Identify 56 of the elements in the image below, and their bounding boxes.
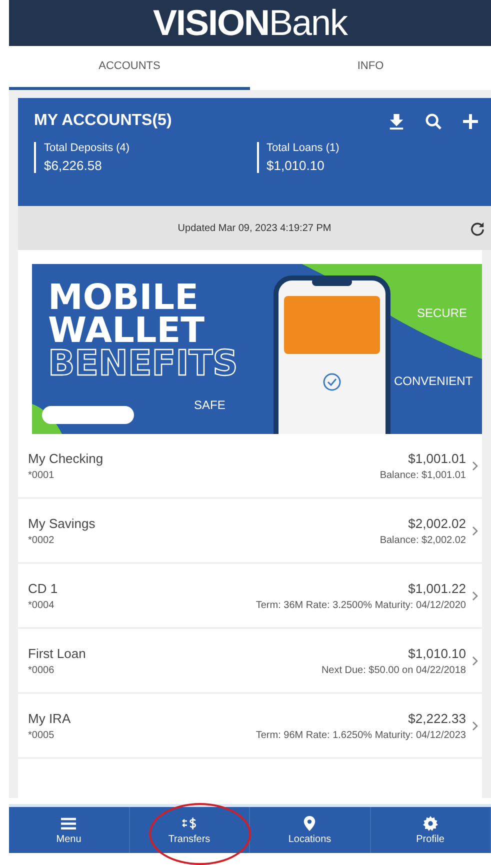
settings-icon bbox=[422, 816, 438, 830]
nav-item[interactable]: Menu bbox=[9, 807, 130, 853]
account-row[interactable]: My IRA *0005 $2,222.33 Term: 96M Rate: 1.6250% Maturity: 04/12/2023 bbox=[18, 694, 482, 759]
menu-icon bbox=[61, 816, 76, 830]
plus-icon bbox=[462, 112, 479, 130]
nav-item[interactable]: Transfers bbox=[130, 807, 250, 853]
banner-headline: WALLET bbox=[48, 315, 205, 348]
account-name: CD 1 bbox=[28, 580, 59, 596]
account-row[interactable]: First Loan *0006 $1,010.10 Next Due: $50.00 on 04/22/2018 bbox=[18, 629, 482, 694]
dollar-arrows-icon bbox=[182, 816, 197, 830]
banner-headline: BENEFITS bbox=[48, 348, 238, 381]
account-row[interactable]: My Savings *0002 $2,002.02 Balance: $2,002.02 bbox=[18, 499, 482, 564]
account-number: *0004 bbox=[28, 600, 56, 610]
bank-logo: VISIONBank bbox=[152, 2, 348, 44]
summary-title: MY ACCOUNTS(5) bbox=[34, 112, 172, 130]
account-detail: Next Due: $50.00 on 04/22/2018 bbox=[321, 664, 466, 676]
refresh-icon bbox=[470, 221, 485, 236]
account-amount: $2,002.02 bbox=[407, 516, 466, 530]
download-icon bbox=[388, 112, 405, 130]
account-detail: Term: 96M Rate: 1.6250% Maturity: 04/12/2023 bbox=[256, 730, 466, 740]
banner-label: SAFE bbox=[194, 398, 226, 412]
chevron-right-icon bbox=[472, 590, 478, 600]
chevron-right-icon bbox=[472, 656, 478, 666]
total-label: Total Loans (1) bbox=[266, 142, 340, 154]
account-name: My IRA bbox=[28, 710, 72, 726]
account-name: My Savings bbox=[28, 516, 96, 530]
account-number: *0006 bbox=[28, 664, 56, 676]
account-amount: $2,222.33 bbox=[407, 710, 466, 726]
banner-headline: MOBILE bbox=[48, 282, 198, 315]
chevron-right-icon bbox=[472, 526, 478, 536]
updated-timestamp: Updated Mar 09, 2023 4:19:27 PM bbox=[178, 222, 332, 234]
nav-item[interactable]: Locations bbox=[250, 807, 370, 853]
chevron-right-icon bbox=[472, 460, 478, 470]
account-detail: Term: 36M Rate: 3.2500% Maturity: 04/12/2020 bbox=[256, 600, 466, 610]
chevron-right-icon bbox=[472, 720, 478, 730]
account-name: First Loan bbox=[28, 646, 87, 660]
total-amount: $6,226.58 bbox=[44, 158, 103, 173]
map-pin-icon bbox=[302, 816, 318, 830]
account-number: *0001 bbox=[28, 470, 56, 480]
account-amount: $1,001.22 bbox=[407, 580, 466, 596]
account-detail: Balance: $2,002.02 bbox=[380, 534, 466, 546]
nav-item[interactable]: Profile bbox=[370, 807, 491, 853]
account-row[interactable]: My Checking *0001 $1,001.01 Balance: $1,001.01 bbox=[18, 434, 482, 499]
account-amount: $1,010.10 bbox=[407, 646, 466, 660]
learn-more-button[interactable] bbox=[42, 406, 134, 424]
account-number: *0002 bbox=[28, 534, 56, 546]
account-amount: $1,001.01 bbox=[407, 450, 466, 466]
account-row[interactable]: CD 1 *0004 $1,001.22 Term: 36M Rate: 3.2500% Maturity: 04/12/2020 bbox=[18, 564, 482, 629]
total-label: Total Deposits (4) bbox=[44, 142, 131, 154]
search-icon bbox=[425, 112, 442, 130]
banner-label: CONVENIENT bbox=[394, 374, 473, 388]
account-number: *0005 bbox=[28, 730, 56, 740]
account-detail: Balance: $1,001.01 bbox=[380, 470, 466, 480]
total-amount: $1,010.10 bbox=[266, 158, 326, 173]
account-name: My Checking bbox=[28, 450, 104, 466]
banner-label: SECURE bbox=[417, 306, 468, 320]
